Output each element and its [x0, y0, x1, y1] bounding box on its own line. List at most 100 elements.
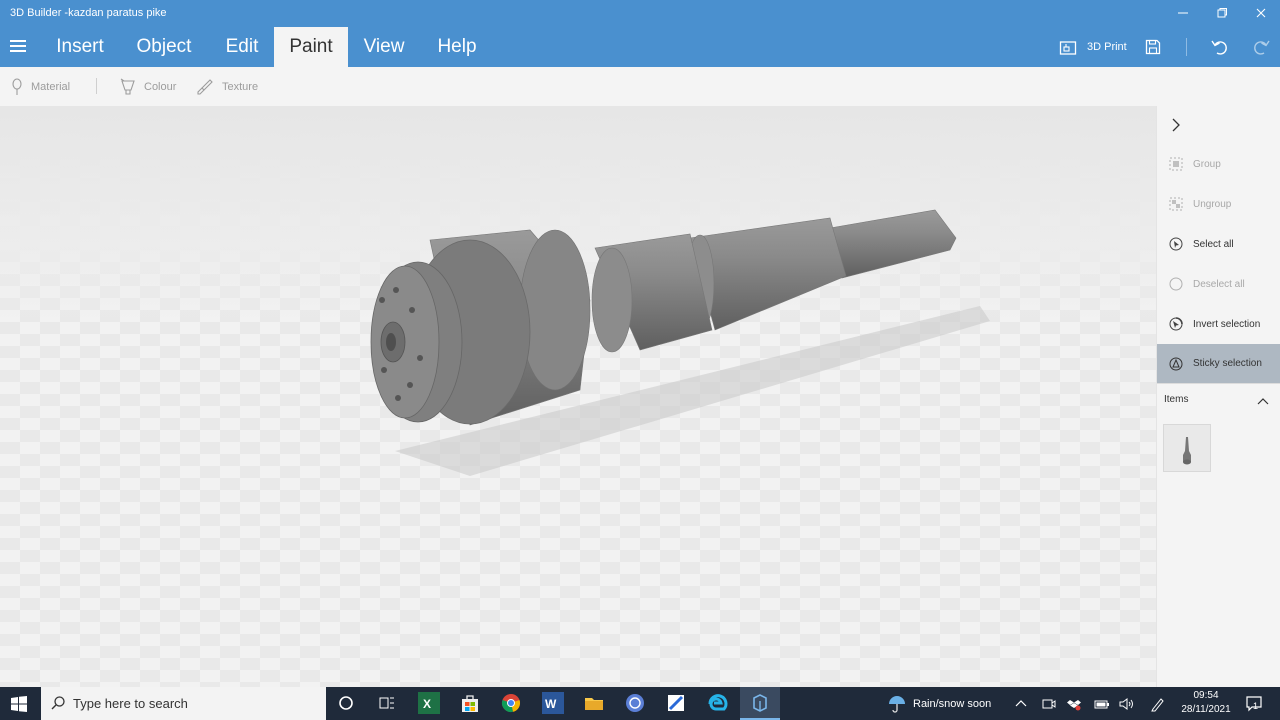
clock-date: 28/11/2021 — [1181, 704, 1231, 715]
deselect-all-icon — [1169, 277, 1183, 291]
weather-text: Rain/snow soon — [913, 697, 992, 710]
group-label: Group — [1193, 158, 1221, 170]
edge-app[interactable] — [707, 692, 729, 714]
close-button[interactable] — [1242, 0, 1280, 26]
tab-view[interactable]: View — [352, 27, 416, 67]
item-thumbnail[interactable] — [1163, 424, 1211, 472]
chrome-icon — [501, 694, 521, 713]
save-button[interactable] — [1145, 26, 1161, 67]
toolbar-divider — [96, 78, 97, 94]
select-all-label: Select all — [1193, 238, 1234, 250]
word-app[interactable]: W — [542, 692, 564, 714]
object-side-panel: Group Ungroup Select all Deselect all In… — [1156, 106, 1280, 687]
tray-battery[interactable] — [1094, 687, 1110, 720]
microsoft-store-app[interactable] — [459, 692, 481, 714]
undo-button[interactable] — [1211, 26, 1229, 67]
redo-button[interactable] — [1252, 26, 1270, 67]
invert-selection-button[interactable]: Invert selection — [1157, 305, 1280, 343]
chrome-app[interactable] — [500, 692, 522, 714]
store-bag-icon — [462, 695, 478, 712]
windows-logo-icon — [11, 696, 27, 712]
minimize-icon — [1178, 12, 1188, 14]
pen-workspace-icon — [1151, 697, 1164, 711]
svg-text:W: W — [545, 697, 557, 711]
svg-text:X: X — [423, 697, 431, 711]
notification-count: 1 — [1253, 701, 1259, 711]
paint-toolbar: Material Colour Texture — [0, 67, 1280, 106]
items-label: Items — [1164, 394, 1189, 405]
windows-taskbar: Type here to search X W Rain/snow soon 0… — [0, 687, 1280, 720]
save-icon — [1145, 39, 1161, 54]
3d-viewport[interactable] — [0, 106, 1156, 687]
3d-builder-icon — [753, 694, 767, 712]
maximize-button[interactable] — [1203, 0, 1241, 26]
close-icon — [1256, 8, 1266, 18]
battery-icon — [1094, 700, 1109, 708]
tray-dropbox[interactable] — [1067, 687, 1081, 720]
cortana-button[interactable] — [335, 692, 357, 714]
task-view-button[interactable] — [376, 692, 398, 714]
clock[interactable]: 09:54 28/11/2021 — [1172, 689, 1240, 717]
texture-button[interactable]: Texture — [196, 77, 258, 97]
umbrella-icon — [889, 695, 905, 713]
tab-object[interactable]: Object — [124, 27, 204, 67]
tray-camera[interactable] — [1042, 687, 1056, 720]
deselect-all-button[interactable]: Deselect all — [1157, 265, 1280, 303]
title-bar: 3D Builder -kazdan paratus pike — [0, 0, 1280, 26]
ungroup-button[interactable]: Ungroup — [1157, 185, 1280, 223]
ungroup-label: Ungroup — [1193, 198, 1232, 210]
tab-insert[interactable]: Insert — [44, 27, 116, 67]
minimize-button[interactable] — [1164, 0, 1202, 26]
tray-volume[interactable] — [1119, 687, 1135, 720]
invert-selection-label: Invert selection — [1193, 318, 1261, 330]
search-icon — [51, 696, 65, 710]
hamburger-menu-icon[interactable] — [10, 40, 26, 52]
excel-icon: X — [423, 697, 431, 711]
sticky-selection-icon — [1169, 357, 1183, 371]
maximize-icon — [1217, 8, 1227, 18]
chevron-up-icon[interactable] — [1257, 397, 1269, 405]
tab-edit[interactable]: Edit — [214, 27, 270, 67]
tab-paint[interactable]: Paint — [274, 27, 348, 67]
collapse-panel-button[interactable] — [1169, 118, 1183, 137]
chevron-right-icon — [1172, 118, 1180, 132]
file-explorer-app[interactable] — [583, 692, 605, 714]
snip-sketch-app[interactable] — [665, 692, 687, 714]
pike-thumbnail-icon — [1183, 437, 1191, 465]
material-button[interactable]: Material — [11, 77, 70, 97]
search-placeholder: Type here to search — [73, 696, 188, 711]
pike-model[interactable] — [0, 106, 1156, 687]
word-icon: W — [545, 697, 557, 711]
taskbar-search-box[interactable]: Type here to search — [41, 687, 326, 720]
tab-help[interactable]: Help — [426, 27, 488, 67]
chevron-up-icon — [1015, 699, 1027, 706]
weather-widget[interactable]: Rain/snow soon — [887, 687, 991, 720]
group-button[interactable]: Group — [1157, 145, 1280, 183]
excel-app[interactable]: X — [418, 692, 440, 714]
texture-brush-icon — [197, 79, 213, 95]
show-hidden-icons-button[interactable] — [1015, 687, 1027, 720]
redo-icon — [1254, 40, 1270, 55]
dropbox-icon — [1067, 699, 1081, 710]
globe-icon — [626, 694, 644, 712]
colour-button[interactable]: Colour — [120, 77, 176, 97]
texture-label: Texture — [222, 81, 259, 93]
select-all-icon — [1169, 237, 1183, 251]
select-all-button[interactable]: Select all — [1157, 225, 1280, 263]
panel-divider — [1157, 383, 1280, 384]
notification-center-button[interactable]: 1 — [1246, 695, 1264, 718]
sticky-selection-button[interactable]: Sticky selection — [1157, 344, 1280, 383]
tray-pen[interactable] — [1150, 687, 1166, 720]
items-section-header[interactable]: Items — [1157, 388, 1280, 412]
browser-app[interactable] — [624, 692, 646, 714]
folder-icon — [585, 698, 603, 710]
ribbon-divider — [1186, 38, 1187, 56]
3d-builder-app[interactable] — [740, 687, 780, 720]
edge-icon — [708, 694, 728, 711]
start-button[interactable] — [11, 696, 27, 717]
3d-print-button[interactable]: 3D Print — [1059, 26, 1127, 67]
ribbon: Insert Object Edit Paint View Help 3D Pr… — [0, 26, 1280, 67]
snip-icon — [668, 695, 684, 711]
colour-bucket-icon — [120, 78, 135, 95]
ungroup-icon — [1169, 197, 1183, 211]
